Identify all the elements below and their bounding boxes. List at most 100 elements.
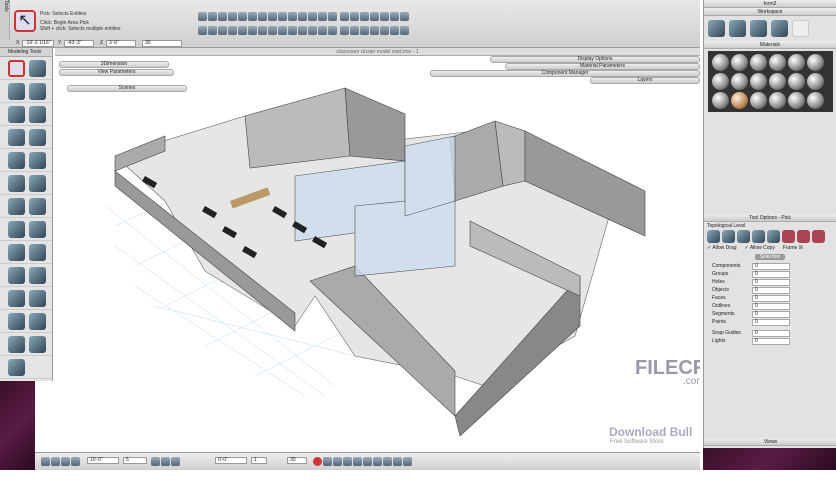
bottom-icons-left[interactable] xyxy=(41,457,80,466)
selection-tab[interactable]: Selection xyxy=(755,254,785,260)
brush-icon[interactable] xyxy=(750,20,767,37)
mesh-tool-icon[interactable] xyxy=(8,175,25,192)
bottom-field-5[interactable]: 30 xyxy=(287,457,307,464)
view-icons-row1[interactable] xyxy=(340,12,409,21)
workspace-icons xyxy=(704,16,836,41)
dimension-tool-icon[interactable] xyxy=(8,313,25,330)
3d-viewport[interactable]: 3Dimension View Parameters Scenes Displa… xyxy=(55,56,700,452)
group-tool-icon[interactable] xyxy=(29,267,46,284)
deform-tool-icon[interactable] xyxy=(8,221,25,238)
boolean-tool-icon[interactable] xyxy=(8,129,25,146)
building-model xyxy=(104,87,646,437)
stairs-tool-icon[interactable] xyxy=(29,152,46,169)
x-label: X xyxy=(16,40,20,46)
download-bull-subtitle: Free Software Store xyxy=(610,439,664,445)
key-icon[interactable] xyxy=(729,20,746,37)
count-value: 0 xyxy=(752,286,790,294)
palette-scenes[interactable]: Scenes xyxy=(67,85,187,92)
bottom-icons-mid[interactable] xyxy=(151,457,180,466)
dome-tool-icon[interactable] xyxy=(8,152,25,169)
figure-tool-icon[interactable] xyxy=(29,244,46,261)
count-label: Holes xyxy=(712,279,725,285)
angle-field[interactable]: 30 xyxy=(142,40,182,47)
toolbar-icons-row2[interactable] xyxy=(198,26,337,35)
hook-icon[interactable] xyxy=(771,20,788,37)
extrude-tool-icon[interactable] xyxy=(8,106,25,123)
curve-tool-icon[interactable] xyxy=(8,198,25,215)
palette-material-parameters[interactable]: Material Parameters xyxy=(505,63,700,70)
shift-hint: Shift + click: Selects multiple entities xyxy=(40,26,121,32)
side-tab[interactable]: Tools xyxy=(0,0,10,40)
bottom-toolbar: 10'-0" 5 0'-0" 1 30 xyxy=(35,452,700,470)
count-label: Groups xyxy=(712,271,729,277)
bottom-field-1[interactable]: 10'-0" xyxy=(87,457,119,464)
count-row: Components 0 xyxy=(712,262,828,270)
count-label: Segments xyxy=(712,311,735,317)
polygon-tool-icon[interactable] xyxy=(29,83,46,100)
count-row: Points 0 xyxy=(712,318,828,326)
blank-icon[interactable] xyxy=(792,20,809,37)
instance-tool-icon[interactable] xyxy=(29,290,46,307)
sweep-tool-icon[interactable] xyxy=(29,198,46,215)
shape-tool-icon[interactable] xyxy=(29,106,46,123)
count-row: Snap Guides 0 xyxy=(712,329,828,337)
views-header[interactable]: Views xyxy=(704,438,836,446)
paint-bucket-icon[interactable] xyxy=(8,336,25,353)
bottom-field-3[interactable]: 0'-0" xyxy=(215,457,247,464)
topological-level-icons[interactable] xyxy=(704,230,836,243)
count-label: Components xyxy=(712,263,741,269)
allow-drag-checkbox[interactable]: ✓ Allow Drag xyxy=(707,245,737,251)
rectangle-tool-icon[interactable] xyxy=(8,83,25,100)
line-tool-icon[interactable] xyxy=(29,60,46,77)
bottom-icons-right[interactable] xyxy=(313,457,412,466)
palette-view-parameters[interactable]: View Parameters xyxy=(59,69,174,76)
palette-display-options[interactable]: Display Options xyxy=(490,56,700,63)
view-icons-row2[interactable] xyxy=(340,26,409,35)
modeling-tools-palette: Modeling Tools xyxy=(0,48,53,381)
count-row: Outlines 0 xyxy=(712,302,828,310)
trash-icon[interactable] xyxy=(29,336,46,353)
pick-tool-icon[interactable] xyxy=(8,60,25,77)
bottom-field-2[interactable]: 5 xyxy=(123,457,147,464)
palette-layers[interactable]: Layers xyxy=(590,77,700,84)
right-panel: form2 Workspace Materials Tool Options -… xyxy=(703,0,836,448)
x-field[interactable]: -10'-2 1/16" xyxy=(22,40,54,47)
pick-tool-icon[interactable]: ↖ xyxy=(14,10,36,32)
wall xyxy=(244,87,351,169)
frame-checkbox[interactable]: Frame ☒ xyxy=(783,245,803,251)
topological-level-label: Topological Level xyxy=(707,223,746,229)
allow-copy-checkbox[interactable]: ✓ Allow Copy xyxy=(745,245,775,251)
modeling-tools-header[interactable]: Modeling Tools xyxy=(0,48,52,57)
split-tool-icon[interactable] xyxy=(29,175,46,192)
count-row: Segments 0 xyxy=(712,310,828,318)
twist-tool-icon[interactable] xyxy=(29,221,46,238)
count-value: 0 xyxy=(752,310,790,318)
z-field[interactable]: 3'-0" xyxy=(106,40,136,47)
materials-grid[interactable] xyxy=(708,51,833,112)
lathe-tool-icon[interactable] xyxy=(29,129,46,146)
component-tool-icon[interactable] xyxy=(8,290,25,307)
count-value: 0 xyxy=(752,302,790,310)
materials-header[interactable]: Materials xyxy=(704,41,836,49)
axis-tool-icon[interactable] xyxy=(29,313,46,330)
tools-icon[interactable] xyxy=(708,20,725,37)
light-tool-icon[interactable] xyxy=(8,244,25,261)
count-label: Objects xyxy=(712,287,729,293)
count-value: 0 xyxy=(752,294,790,302)
desktop-background xyxy=(703,448,836,470)
count-value: 0 xyxy=(752,329,790,337)
selection-counts: Components 0 Groups 0 Holes 0 Objects 0 Faces 0 Ou… xyxy=(712,262,828,345)
bottom-field-4[interactable]: 1 xyxy=(251,457,267,464)
palette-3dimension[interactable]: 3Dimension xyxy=(59,61,169,68)
count-value: 0 xyxy=(752,337,790,345)
count-value: 0 xyxy=(752,318,790,326)
toolbar-icons-row1[interactable] xyxy=(198,12,337,21)
workspace-header[interactable]: Workspace xyxy=(704,8,836,16)
y-field[interactable]: -43'-3" xyxy=(64,40,94,47)
tool-options-header[interactable]: Tool Options - Pick xyxy=(704,214,836,222)
camera-tool-icon[interactable] xyxy=(8,359,25,376)
count-row: Groups 0 xyxy=(712,270,828,278)
palette-component-manager[interactable]: Component Manager xyxy=(430,70,700,77)
filecr-com: .com xyxy=(683,376,700,387)
shell-tool-icon[interactable] xyxy=(8,267,25,284)
